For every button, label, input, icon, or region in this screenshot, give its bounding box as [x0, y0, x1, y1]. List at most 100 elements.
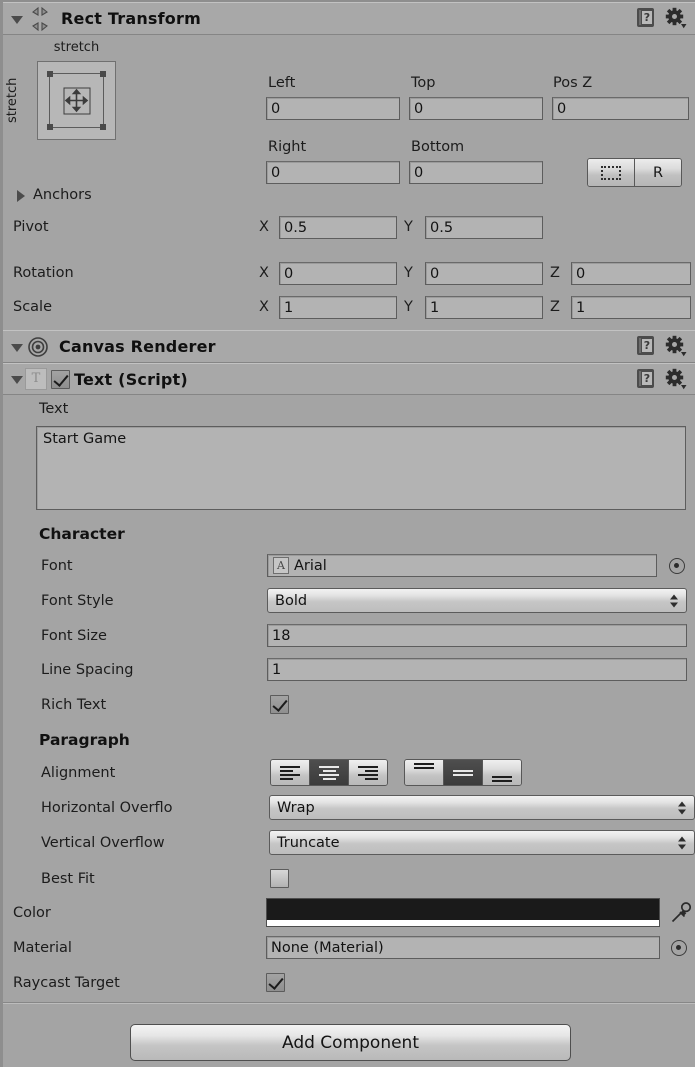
font-value: Arial — [294, 557, 327, 574]
rich-text-label: Rich Text — [41, 696, 107, 713]
pivot-x-input[interactable]: 0.5 — [279, 215, 397, 239]
raycast-target-label: Raycast Target — [13, 974, 120, 991]
blueprint-raw-toggle-group: R — [587, 158, 682, 187]
anchor-preset-center-icon — [63, 87, 90, 114]
rect-transform-icon — [25, 6, 55, 32]
field-label-pos-z: Pos Z — [553, 75, 593, 91]
blueprint-mode-button[interactable] — [588, 159, 634, 186]
scale-y-input[interactable]: 1 — [425, 295, 543, 319]
gear-icon[interactable] — [665, 368, 687, 390]
component-title: Canvas Renderer — [59, 337, 216, 356]
add-component-button[interactable]: Add Component — [130, 1024, 571, 1061]
vertical-overflow-dropdown[interactable]: Truncate — [269, 830, 695, 855]
vertical-overflow-value: Truncate — [277, 835, 340, 851]
raycast-target-row: Raycast Target — [3, 967, 695, 998]
text-script-enabled-checkbox[interactable] — [51, 369, 70, 389]
field-label-left: Left — [268, 75, 296, 91]
paragraph-section-header: Paragraph — [3, 724, 695, 755]
text-field-group: Text — [3, 395, 695, 417]
rotation-z-input[interactable]: 0 — [571, 261, 691, 285]
rotation-z-axis-label: Z — [550, 265, 560, 281]
foldout-arrow-canvas-renderer[interactable] — [9, 340, 25, 354]
right-input[interactable]: 0 — [266, 161, 400, 184]
font-size-input[interactable]: 18 — [267, 624, 687, 647]
pivot-label: Pivot — [13, 219, 49, 235]
help-icon-glyph: ? — [641, 338, 653, 353]
rotation-row: Rotation X 0 Y 0 Z 0 — [3, 256, 695, 290]
field-label-right: Right — [268, 139, 307, 155]
left-input[interactable]: 0 — [266, 97, 400, 120]
top-input[interactable]: 0 — [409, 97, 543, 120]
pivot-x-axis-label: X — [259, 219, 269, 235]
help-icon[interactable]: ? — [635, 335, 657, 357]
component-header-canvas-renderer[interactable]: Canvas Renderer ? — [3, 330, 695, 363]
font-input[interactable]: A Arial — [267, 554, 657, 577]
scale-row: Scale X 1 Y 1 Z 1 — [3, 290, 695, 324]
raw-edit-mode-button[interactable]: R — [634, 159, 681, 186]
material-object-picker-icon[interactable] — [671, 939, 687, 956]
align-center-button[interactable] — [309, 760, 348, 785]
component-header-text-script[interactable]: T Text (Script) ? — [3, 363, 695, 395]
align-right-button[interactable] — [348, 760, 387, 785]
font-object-picker-icon[interactable] — [669, 557, 685, 574]
text-field-textarea[interactable]: Start Game — [36, 426, 686, 510]
align-bottom-button[interactable] — [482, 760, 521, 785]
scale-y-axis-label: Y — [404, 299, 413, 315]
rotation-x-axis-label: X — [259, 265, 269, 281]
font-row: Font A Arial — [3, 550, 695, 581]
anchor-preset-button[interactable] — [37, 61, 116, 140]
component-header-rect-transform[interactable]: Rect Transform ? — [3, 2, 695, 35]
raycast-target-checkbox[interactable] — [266, 973, 285, 992]
font-style-dropdown[interactable]: Bold — [267, 588, 687, 613]
best-fit-row: Best Fit — [3, 863, 695, 894]
color-alpha-bar — [267, 920, 659, 926]
chevron-updown-icon — [670, 593, 679, 608]
scale-z-input[interactable]: 1 — [571, 295, 691, 319]
horizontal-overflow-dropdown[interactable]: Wrap — [269, 795, 695, 820]
help-icon[interactable]: ? — [635, 368, 657, 390]
scale-x-input[interactable]: 1 — [279, 295, 397, 319]
best-fit-checkbox[interactable] — [270, 869, 289, 888]
text-field-label: Text — [39, 401, 69, 417]
character-section-header: Character — [3, 518, 695, 549]
line-spacing-input[interactable]: 1 — [267, 658, 687, 681]
header-actions-canvas-renderer: ? — [635, 335, 687, 357]
align-left-button[interactable] — [271, 760, 309, 785]
rotation-x-input[interactable]: 0 — [279, 261, 397, 285]
foldout-arrow-text-script[interactable] — [9, 372, 25, 386]
paragraph-section-label: Paragraph — [39, 730, 130, 749]
scale-x-axis-label: X — [259, 299, 269, 315]
font-label: Font — [41, 557, 73, 574]
rect-transform-body: stretch stretch Left Top Pos Z 0 0 0 Rig… — [3, 35, 695, 187]
material-row: Material None (Material) — [3, 932, 695, 963]
material-input[interactable]: None (Material) — [266, 936, 660, 959]
font-size-row: Font Size 18 — [3, 620, 695, 651]
color-label: Color — [13, 904, 51, 921]
color-row: Color — [3, 897, 695, 928]
vertical-overflow-label: Vertical Overflow — [41, 834, 165, 851]
scale-z-axis-label: Z — [550, 299, 560, 315]
font-style-value: Bold — [275, 593, 308, 609]
align-top-button[interactable] — [405, 760, 443, 785]
rotation-y-input[interactable]: 0 — [425, 261, 543, 285]
inspector-panel: Rect Transform ? stretch stretch Left To… — [0, 0, 695, 1067]
bottom-divider — [3, 1002, 695, 1004]
gear-icon[interactable] — [665, 335, 687, 357]
header-actions-rect-transform: ? — [635, 7, 687, 29]
foldout-arrow-rect-transform[interactable] — [9, 12, 25, 26]
rich-text-checkbox[interactable] — [270, 695, 289, 714]
rich-text-row: Rich Text — [3, 689, 695, 720]
align-middle-button[interactable] — [443, 760, 482, 785]
anchors-label: Anchors — [33, 187, 92, 203]
gear-icon[interactable] — [665, 7, 687, 29]
help-icon[interactable]: ? — [635, 7, 657, 29]
pivot-y-input[interactable]: 0.5 — [425, 215, 543, 239]
pos-z-input[interactable]: 0 — [552, 97, 689, 120]
anchor-preset-vertical-label: stretch — [5, 77, 20, 123]
color-swatch[interactable] — [266, 898, 660, 927]
horizontal-overflow-label: Horizontal Overflo — [41, 799, 173, 816]
foldout-arrow-anchors[interactable] — [13, 188, 29, 202]
line-spacing-label: Line Spacing — [41, 661, 134, 678]
bottom-input[interactable]: 0 — [409, 161, 543, 184]
eyedropper-icon[interactable] — [669, 901, 692, 925]
